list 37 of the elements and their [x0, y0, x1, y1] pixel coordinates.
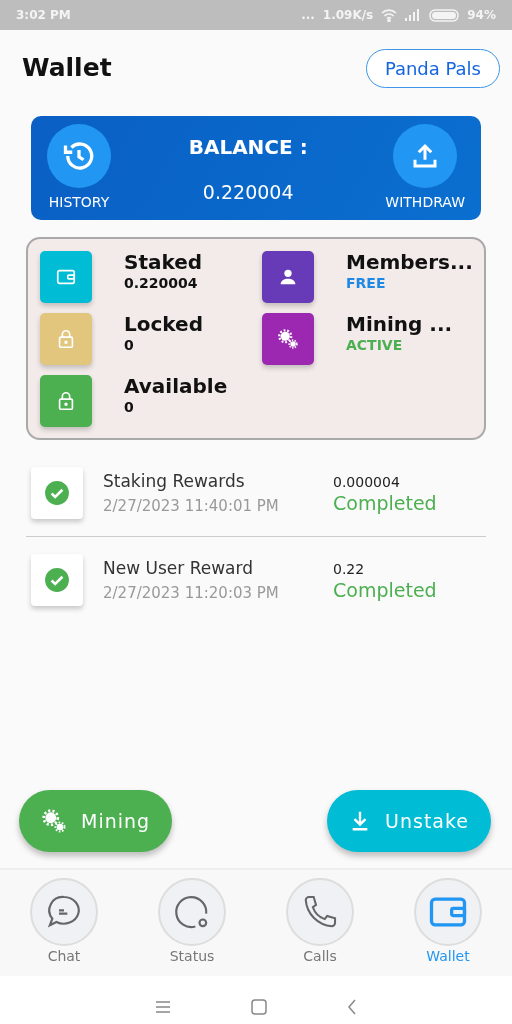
- stat-label: Available: [124, 375, 228, 397]
- history-label: HISTORY: [48, 193, 110, 212]
- stat-value: 0.220004: [124, 274, 199, 293]
- back-icon[interactable]: [347, 999, 357, 1015]
- transaction-status: Completed: [333, 580, 437, 601]
- check-icon: [31, 554, 83, 606]
- stat-label: Mining ...: [346, 313, 453, 335]
- balance-title: BALANCE :: [188, 134, 308, 161]
- wifi-icon: [381, 8, 398, 22]
- transaction-amount: 0.000004: [333, 473, 401, 493]
- check-icon: [31, 467, 83, 519]
- signal-icon: [405, 9, 422, 21]
- stat-label: Locked: [124, 313, 203, 335]
- home-icon[interactable]: [251, 999, 267, 1015]
- unstake-button[interactable]: Unstake: [327, 790, 491, 852]
- status-dots: ...: [301, 7, 315, 24]
- battery-icon: [429, 8, 460, 22]
- stat-value: ACTIVE: [346, 336, 404, 355]
- transaction-title: Staking Rewards: [103, 470, 246, 493]
- transaction-date: 2/27/2023 11:20:03 PM: [103, 582, 280, 604]
- transaction-date: 2/27/2023 11:40:01 PM: [103, 495, 280, 517]
- stat-label: Members...: [346, 251, 473, 273]
- transaction-title: New User Reward: [103, 557, 254, 580]
- stat-value: 0: [124, 336, 135, 355]
- page-title: Wallet: [22, 52, 112, 85]
- transaction-status: Completed: [333, 493, 437, 514]
- stat-value: FREE: [346, 274, 387, 293]
- stat-value: 0: [124, 398, 135, 417]
- balance-amount: 0.220004: [202, 180, 294, 205]
- transaction-amount: 0.22: [333, 560, 366, 580]
- mining-button[interactable]: Mining: [19, 790, 173, 852]
- gears-icon: [41, 808, 67, 834]
- gears-icon: [277, 328, 299, 350]
- menu-icon[interactable]: [155, 1000, 171, 1014]
- stat-label: Staked: [124, 251, 203, 273]
- panda-pals-button[interactable]: Panda Pals: [365, 48, 500, 88]
- withdraw-label: WITHDRAW: [385, 193, 465, 212]
